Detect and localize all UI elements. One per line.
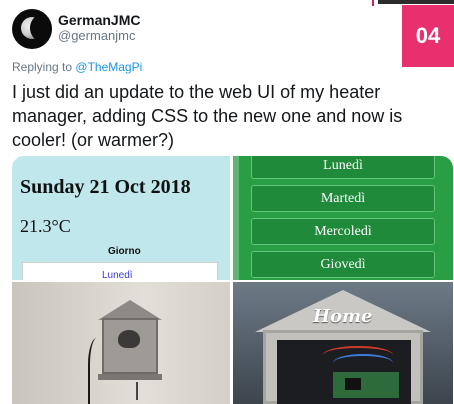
weekday-button-thursday: Giovedì <box>251 251 435 278</box>
top-strip <box>0 0 454 6</box>
blue-wire <box>333 354 393 372</box>
panel-edge <box>233 156 239 280</box>
page-number-badge: 04 <box>402 5 454 67</box>
weekday-button-tuesday: Martedì <box>251 185 435 212</box>
reply-prefix: Replying to <box>12 60 73 74</box>
ui-date: Sunday 21 Oct 2018 <box>20 176 191 198</box>
user-handle[interactable]: @germanjmc <box>58 28 136 43</box>
weekday-button-wednesday: Mercoledì <box>251 218 435 245</box>
media-photo-heater-ui[interactable]: Sunday 21 Oct 2018 21.3°C Giorno Lunedì <box>12 156 230 280</box>
adjacent-image-edge <box>378 0 454 4</box>
reply-mention-link[interactable]: @TheMagPi <box>75 60 142 74</box>
birdhouse-roof <box>98 300 162 320</box>
moon-shadow <box>30 15 52 41</box>
divider-line <box>372 0 374 6</box>
avatar[interactable] <box>12 9 52 49</box>
birdhouse-shelf <box>98 374 162 380</box>
media-photo-home-box[interactable]: Home <box>233 282 453 404</box>
reply-context: Replying to @TheMagPi <box>12 60 142 74</box>
tweet-text: I just did an update to the web UI of my… <box>12 82 403 150</box>
media-photo-weekday-buttons[interactable]: Lunedì Martedì Mercoledì Giovedì <box>233 156 453 280</box>
media-photo-birdhouse-box[interactable] <box>12 282 230 404</box>
ui-temperature: 21.3°C <box>20 216 71 236</box>
circuit-board <box>333 372 399 398</box>
heart-cutout-icon <box>118 330 140 348</box>
weekday-button-monday: Lunedì <box>251 156 435 179</box>
ui-day-header: Giorno <box>108 246 141 257</box>
ui-day-list-item: Lunedì <box>102 270 133 280</box>
home-sign: Home <box>313 306 373 327</box>
chip <box>345 378 361 390</box>
display-name[interactable]: GermanJMC <box>58 12 140 28</box>
key-hook <box>136 382 138 400</box>
media-grid: Sunday 21 Oct 2018 21.3°C Giorno Lunedì … <box>12 156 453 404</box>
